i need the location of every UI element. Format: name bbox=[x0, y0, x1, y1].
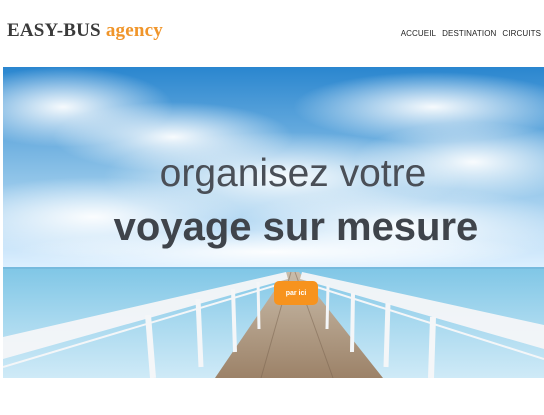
cta-button[interactable]: par ici bbox=[274, 281, 318, 305]
main-nav: ACCUEIL DESTINATION CIRCUITS bbox=[401, 29, 541, 38]
site-header: EASY-BUS agency ACCUEIL DESTINATION CIRCU… bbox=[0, 0, 544, 67]
hero-title-line1: organisez votre bbox=[159, 152, 427, 195]
nav-link-destination[interactable]: DESTINATION bbox=[442, 29, 496, 38]
nav-link-circuits[interactable]: CIRCUITS bbox=[502, 29, 541, 38]
site-logo[interactable]: EASY-BUS agency bbox=[7, 20, 163, 42]
logo-brand-text: EASY-BUS bbox=[7, 20, 101, 41]
nav-link-accueil[interactable]: ACCUEIL bbox=[401, 29, 436, 38]
hero-title-line2: voyage sur mesure bbox=[113, 205, 479, 249]
logo-agency-text: agency bbox=[105, 20, 163, 41]
